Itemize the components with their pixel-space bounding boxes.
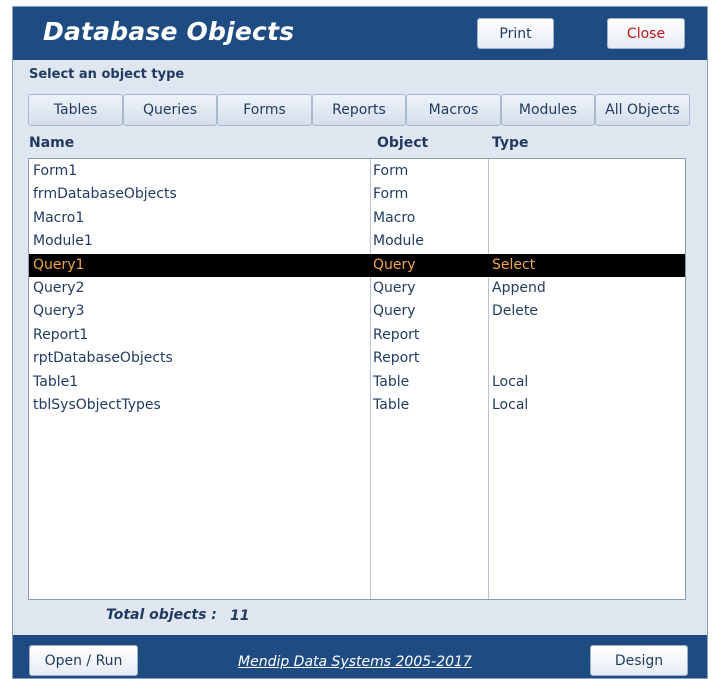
column-header-object: Object [377, 135, 429, 151]
row-object-cell: Report [373, 350, 420, 367]
table-row[interactable]: Query1 Query Select [29, 253, 685, 277]
table-row[interactable]: Module1 Module [29, 230, 685, 253]
open-run-button[interactable]: Open / Run [29, 645, 138, 676]
row-name-cell: tblSysObjectTypes [33, 397, 161, 413]
tab-queries[interactable]: Queries [123, 94, 217, 126]
row-object-cell: Module [373, 233, 424, 250]
column-header-name: Name [29, 135, 75, 151]
footer-bar: Open / Run Mendip Data Systems 2005-2017… [13, 635, 707, 678]
total-objects-value: 11 [230, 608, 250, 624]
tab-reports[interactable]: Reports [312, 94, 406, 126]
row-object-cell: Query [373, 256, 416, 273]
row-object-cell: Table [373, 397, 410, 413]
table-row[interactable]: tblSysObjectTypes Table Local [29, 394, 685, 417]
tab-all-objects[interactable]: All Objects [595, 94, 690, 126]
row-object-cell: Query [373, 303, 416, 320]
design-button[interactable]: Design [590, 645, 688, 676]
row-name-cell: Module1 [33, 233, 93, 250]
row-name-cell: rptDatabaseObjects [33, 350, 173, 367]
tab-modules[interactable]: Modules [501, 94, 595, 126]
window-title: Database Objects [43, 17, 295, 46]
row-object-cell: Form [373, 186, 409, 203]
row-type-cell: Select [492, 256, 536, 273]
row-object-cell: Query [373, 280, 416, 296]
row-type-cell: Append [492, 280, 546, 296]
row-name-cell: Macro1 [33, 209, 85, 226]
row-type-cell: Delete [492, 303, 538, 320]
total-objects-label: Total objects : [106, 607, 217, 623]
table-row[interactable]: Form1 Form [29, 160, 685, 183]
table-row[interactable]: Query2 Query Append [29, 277, 685, 300]
table-row[interactable]: frmDatabaseObjects Form [29, 183, 685, 206]
row-name-cell: Query1 [33, 256, 85, 273]
table-row[interactable]: Table1 Table Local [29, 371, 685, 394]
tab-macros[interactable]: Macros [406, 94, 501, 126]
row-name-cell: Table1 [33, 373, 79, 390]
title-bar: Database Objects Print Close [13, 7, 707, 60]
row-name-cell: Query2 [33, 280, 85, 296]
table-row[interactable]: rptDatabaseObjects Report [29, 347, 685, 370]
print-button[interactable]: Print [477, 18, 554, 49]
row-object-cell: Table [373, 373, 410, 390]
row-object-cell: Macro [373, 209, 416, 226]
row-name-cell: Query3 [33, 303, 85, 320]
row-type-cell: Local [492, 373, 529, 390]
row-name-cell: Form1 [33, 163, 78, 179]
database-objects-window: Database Objects Print Close Select an o… [12, 6, 708, 679]
table-row[interactable]: Macro1 Macro [29, 207, 685, 230]
close-button[interactable]: Close [607, 18, 685, 49]
table-row[interactable]: Report1 Report [29, 324, 685, 347]
row-type-cell: Local [492, 397, 529, 413]
tab-tables[interactable]: Tables [28, 94, 123, 126]
object-type-label: Select an object type [29, 67, 185, 82]
table-row[interactable]: Query3 Query Delete [29, 300, 685, 323]
tab-forms[interactable]: Forms [217, 94, 312, 126]
row-object-cell: Report [373, 326, 420, 343]
row-object-cell: Form [373, 163, 409, 179]
column-header-type: Type [492, 135, 529, 151]
credit-link[interactable]: Mendip Data Systems 2005-2017 [238, 654, 472, 670]
objects-listbox[interactable]: Form1 Form frmDatabaseObjects Form Macro1 Mac… [28, 158, 686, 600]
row-name-cell: Report1 [33, 326, 89, 343]
row-name-cell: frmDatabaseObjects [33, 186, 177, 203]
